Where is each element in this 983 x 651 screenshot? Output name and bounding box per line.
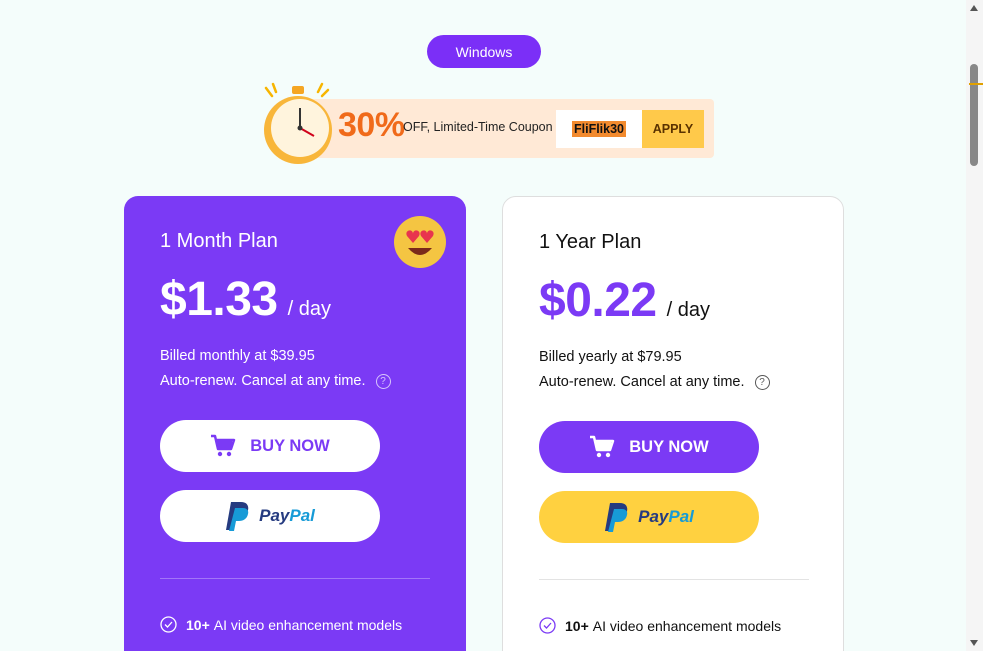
coupon-code-field[interactable]: FliFlik30 xyxy=(556,110,642,148)
check-circle-icon xyxy=(160,616,177,633)
paypal-logo-icon xyxy=(605,503,628,532)
coupon-description: OFF, Limited-Time Coupon xyxy=(403,120,553,134)
feature-text: AI video enhancement models xyxy=(213,616,403,633)
plan-price: $0.22 xyxy=(539,274,657,327)
scroll-down-arrow-icon[interactable] xyxy=(970,640,978,646)
help-icon[interactable]: ? xyxy=(754,374,770,390)
divider xyxy=(160,578,430,579)
coupon-code: FliFlik30 xyxy=(571,121,627,137)
paypal-wordmark: PayPal xyxy=(638,507,694,527)
renew-info: Auto-renew. Cancel at any time. ? xyxy=(539,374,770,390)
feature-count: 10+ xyxy=(186,616,210,633)
scroll-up-arrow-icon[interactable] xyxy=(970,5,978,11)
apply-coupon-button[interactable]: APPLY xyxy=(642,110,704,148)
scroll-thumb[interactable] xyxy=(970,64,978,166)
plan-price-unit: / day xyxy=(666,299,710,321)
buy-now-button[interactable]: BUY NOW xyxy=(160,420,380,472)
billing-info: Billed monthly at $39.95 xyxy=(160,348,315,364)
paypal-logo-icon xyxy=(226,502,249,531)
renew-text: Auto-renew. Cancel at any time. xyxy=(160,373,366,389)
heart-eyes-emoji-icon xyxy=(394,216,446,268)
feature-item: 10+ AI video enhancement models xyxy=(539,617,781,634)
paypal-wordmark-pal: Pal xyxy=(668,507,694,526)
cart-icon xyxy=(210,434,236,458)
check-circle-icon xyxy=(539,617,556,634)
scroll-marker xyxy=(969,83,983,85)
plan-card-month: 1 Month Plan $1.33 / day Billed monthly … xyxy=(124,196,466,651)
vertical-scrollbar[interactable] xyxy=(966,0,983,651)
buy-now-button[interactable]: BUY NOW xyxy=(539,421,759,473)
billing-info: Billed yearly at $79.95 xyxy=(539,349,682,365)
feature-text: AI video enhancement models xyxy=(592,617,782,634)
divider xyxy=(539,579,809,580)
paypal-wordmark-pal: Pal xyxy=(289,506,315,525)
renew-text: Auto-renew. Cancel at any time. xyxy=(539,374,745,390)
coupon-discount: 30% xyxy=(338,106,405,144)
platform-tab-windows[interactable]: Windows xyxy=(427,35,541,68)
alarm-clock-icon xyxy=(264,82,332,164)
plan-price-unit: / day xyxy=(287,298,331,320)
paypal-wordmark-pay: Pay xyxy=(259,506,290,525)
cart-icon xyxy=(589,435,615,459)
plan-name: 1 Year Plan xyxy=(539,231,642,253)
paypal-wordmark-pay: Pay xyxy=(638,507,669,526)
paypal-wordmark: PayPal xyxy=(259,506,315,526)
renew-info: Auto-renew. Cancel at any time. ? xyxy=(160,373,391,389)
plan-name: 1 Month Plan xyxy=(160,230,278,252)
buy-now-label: BUY NOW xyxy=(629,437,709,456)
plan-card-year: 1 Year Plan $0.22 / day Billed yearly at… xyxy=(502,196,844,651)
feature-item: 10+ AI video enhancement models xyxy=(160,616,402,633)
feature-count: 10+ xyxy=(565,617,589,634)
help-icon[interactable]: ? xyxy=(375,373,391,389)
plan-price: $1.33 xyxy=(160,273,278,326)
paypal-button[interactable]: PayPal xyxy=(539,491,759,543)
paypal-button[interactable]: PayPal xyxy=(160,490,380,542)
buy-now-label: BUY NOW xyxy=(250,436,330,455)
